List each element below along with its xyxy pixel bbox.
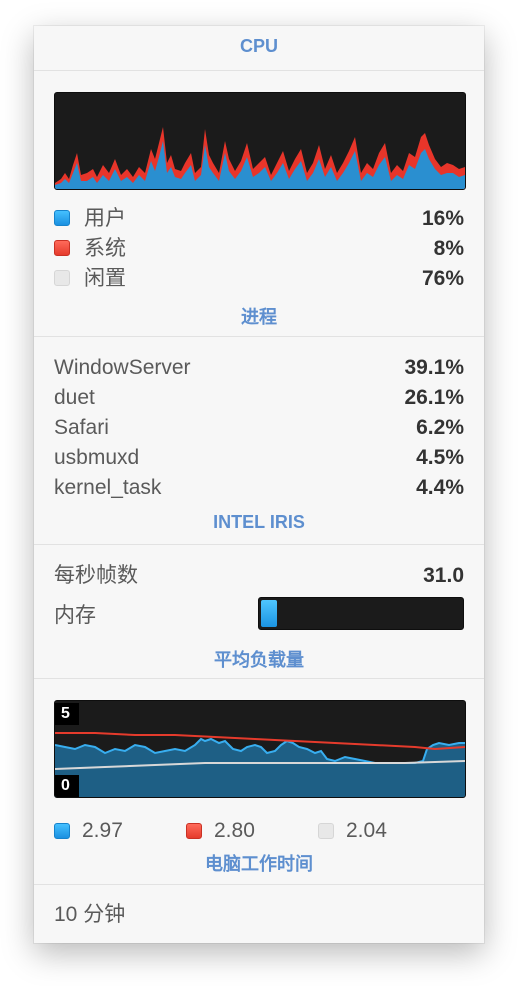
gpu-memory-bar-fill (261, 600, 277, 627)
fps-label: 每秒帧数 (54, 564, 138, 587)
process-row[interactable]: usbmuxd 4.5% (54, 443, 464, 473)
load-15min-swatch (318, 823, 334, 839)
process-name: duet (54, 386, 95, 409)
uptime-value: 10 分钟 (54, 903, 126, 926)
divider (34, 884, 484, 885)
process-cpu-value: 26.1% (404, 386, 464, 409)
load-1min-value: 2.97 (82, 819, 123, 842)
fps-row: 每秒帧数 31.0 (54, 561, 464, 591)
fps-value: 31.0 (423, 564, 464, 587)
cpu-graph-svg (55, 127, 465, 189)
load-graph-svg (55, 732, 465, 797)
load-1min-swatch (54, 823, 70, 839)
load-5min: 2.80 (186, 816, 306, 846)
idle-label: 闲置 (84, 267, 126, 290)
load-5min-swatch (186, 823, 202, 839)
process-cpu-value: 6.2% (416, 416, 464, 439)
system-percent: 8% (433, 237, 464, 260)
idle-color-swatch (54, 270, 70, 286)
load-scale-min: 0 (55, 775, 79, 797)
load-15min: 2.04 (318, 816, 438, 846)
load-1min: 2.97 (54, 816, 174, 846)
process-cpu-value: 4.4% (416, 476, 464, 499)
system-color-swatch (54, 240, 70, 256)
cpu-legend-system: 系统 8% (54, 234, 464, 264)
user-color-swatch (54, 210, 70, 226)
load-15min-value: 2.04 (346, 819, 387, 842)
cpu-usage-graph (54, 92, 466, 190)
process-row[interactable]: WindowServer 39.1% (54, 353, 464, 383)
process-cpu-value: 4.5% (416, 446, 464, 469)
process-name: WindowServer (54, 356, 191, 379)
process-row[interactable]: kernel_task 4.4% (54, 473, 464, 503)
load-scale-max: 5 (55, 703, 79, 725)
cpu-legend-idle: 闲置 76% (54, 264, 464, 294)
idle-percent: 76% (421, 267, 464, 290)
gpu-memory-label: 内存 (54, 604, 96, 627)
load-average-header: 平均负载量 (214, 650, 304, 670)
process-row[interactable]: duet 26.1% (54, 383, 464, 413)
process-row[interactable]: Safari 6.2% (54, 413, 464, 443)
process-name: usbmuxd (54, 446, 140, 469)
divider (34, 678, 484, 679)
cpu-legend-user: 用户 16% (54, 204, 464, 234)
load-average-graph: 5 0 (54, 700, 466, 798)
process-name: kernel_task (54, 476, 162, 499)
user-label: 用户 (84, 207, 126, 230)
istat-dropdown-panel: CPU 用户 16% 系统 8% 闲置 76% 进程 WindowServer … (34, 26, 484, 943)
divider (34, 70, 484, 71)
load-5min-value: 2.80 (214, 819, 255, 842)
divider (34, 544, 484, 545)
process-name: Safari (54, 416, 109, 439)
process-cpu-value: 39.1% (404, 356, 464, 379)
system-label: 系统 (84, 237, 126, 260)
uptime-header: 电脑工作时间 (205, 854, 313, 874)
gpu-memory-bar (258, 597, 464, 630)
uptime-row: 10 分钟 (54, 900, 464, 930)
user-percent: 16% (421, 207, 464, 230)
cpu-header: CPU (239, 36, 278, 56)
processes-header: 进程 (241, 307, 277, 327)
gpu-header: INTEL IRIS (213, 512, 305, 532)
divider (34, 336, 484, 337)
